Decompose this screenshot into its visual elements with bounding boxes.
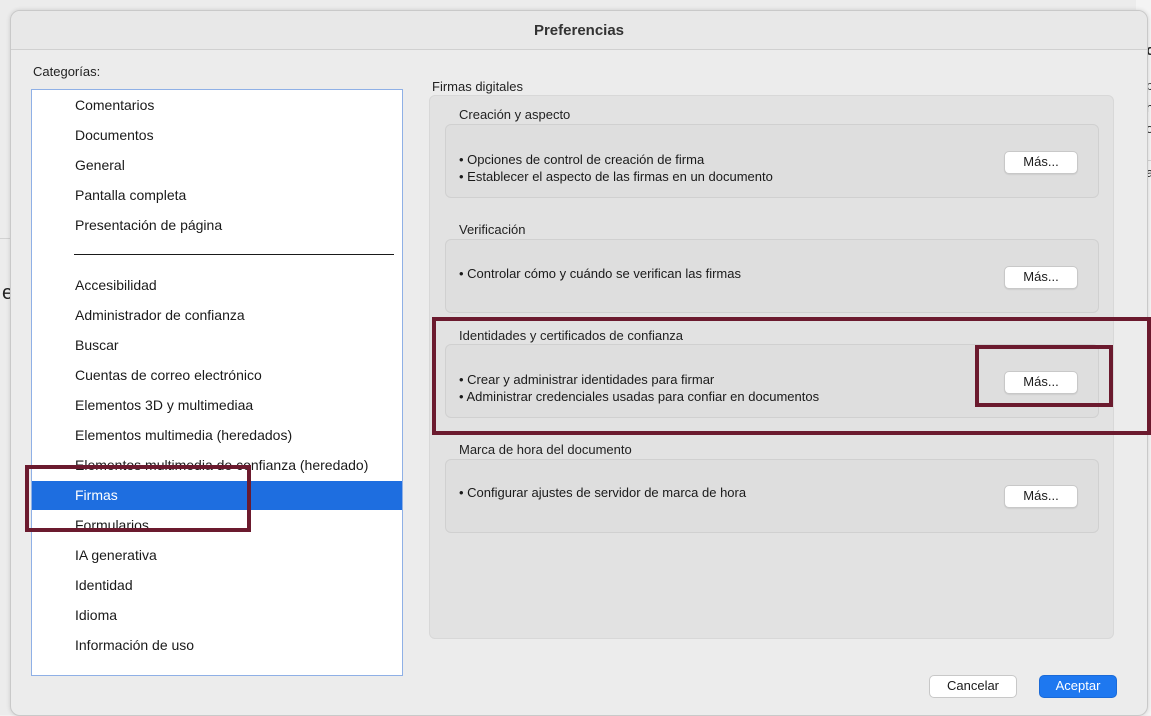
category-item[interactable]: Documentos — [32, 121, 402, 150]
categories-label: Categorías: — [33, 64, 101, 79]
background-divider — [0, 238, 10, 239]
category-item[interactable]: Accesibilidad — [32, 271, 402, 300]
highlight-box-mas-button — [975, 345, 1113, 407]
category-item[interactable]: Idioma — [32, 601, 402, 630]
category-item[interactable]: Presentación de página — [32, 211, 402, 240]
category-item[interactable]: Pantalla completa — [32, 181, 402, 210]
category-item[interactable]: General — [32, 151, 402, 180]
group-title: Creación y aspecto — [459, 107, 571, 122]
category-item[interactable]: Identidad — [32, 571, 402, 600]
categories-list: Comentarios Documentos General Pantalla … — [31, 89, 403, 676]
category-separator — [74, 254, 394, 255]
cancel-button[interactable]: Cancelar — [929, 675, 1017, 698]
group-title: Verificación — [459, 222, 526, 237]
mas-button-creacion[interactable]: Más... — [1004, 151, 1078, 174]
section-title: Firmas digitales — [432, 79, 524, 94]
category-item[interactable]: Elementos multimedia (heredados) — [32, 421, 402, 450]
mas-button-verificacion[interactable]: Más... — [1004, 266, 1078, 289]
category-item[interactable]: Buscar — [32, 331, 402, 360]
category-item[interactable]: Elementos 3D y multimediaa — [32, 391, 402, 420]
bullet-text: • Configurar ajustes de servidor de marc… — [459, 485, 747, 500]
category-item[interactable]: Comentarios — [32, 91, 402, 120]
bullet-text: • Controlar cómo y cuándo se verifican l… — [459, 266, 741, 281]
accept-button[interactable]: Aceptar — [1039, 675, 1117, 698]
mas-button-marca-hora[interactable]: Más... — [1004, 485, 1078, 508]
bullet-text: • Opciones de control de creación de fir… — [459, 152, 705, 167]
category-item[interactable]: Administrador de confianza — [32, 301, 402, 330]
bullet-text: • Establecer el aspecto de las firmas en… — [459, 169, 773, 184]
highlight-box-firmas — [25, 465, 251, 532]
category-item[interactable]: Información de uso — [32, 631, 402, 660]
dialog-title: Preferencias — [11, 11, 1147, 50]
category-item[interactable]: IA generativa — [32, 541, 402, 570]
category-item[interactable]: Cuentas de correo electrónico — [32, 361, 402, 390]
group-title: Marca de hora del documento — [459, 442, 632, 457]
